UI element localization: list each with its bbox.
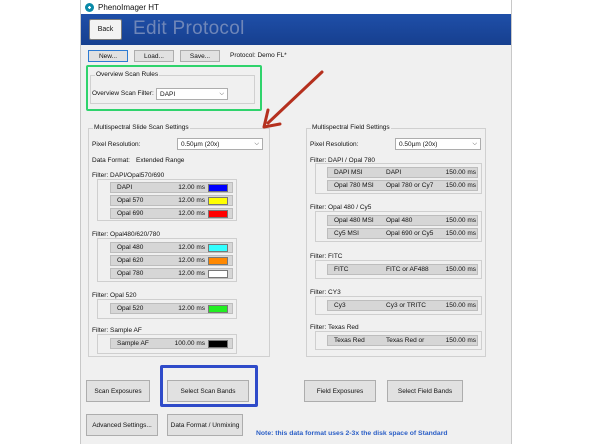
arrow-shaft (266, 70, 324, 125)
red-arrow-annotation (262, 70, 324, 129)
